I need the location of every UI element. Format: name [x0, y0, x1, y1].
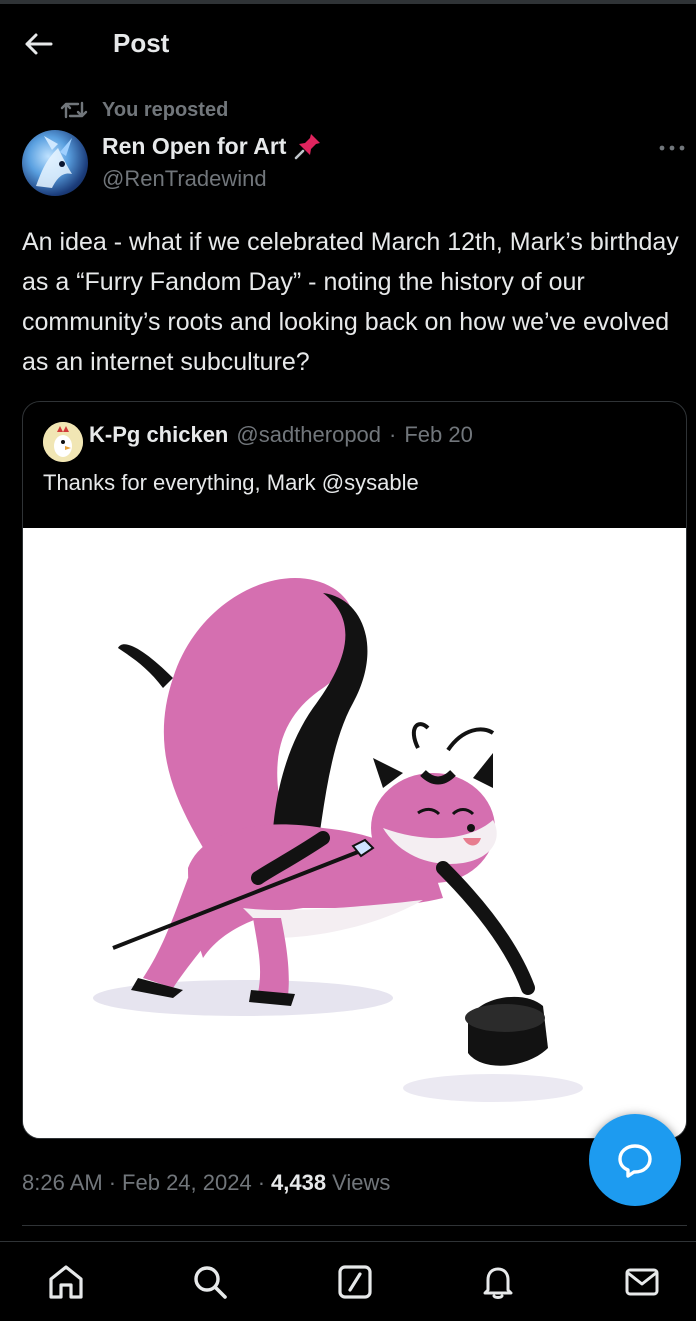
skunk-illustration [23, 528, 686, 1138]
author-handle[interactable]: @RenTradewind [102, 166, 267, 192]
chat-bubble-icon [618, 1144, 652, 1178]
post-text: An idea - what if we celebrated March 12… [22, 228, 679, 376]
messages-envelope-icon [625, 1268, 659, 1296]
meta-divider [22, 1225, 687, 1226]
header: Post [0, 14, 696, 74]
repost-icon [60, 101, 88, 119]
author-name-row[interactable]: Ren Open for Art [102, 132, 322, 160]
compose-icon [338, 1265, 372, 1299]
quoted-display-name[interactable]: K-Pg chicken [89, 422, 228, 448]
home-icon [49, 1265, 83, 1299]
nav-search[interactable] [190, 1262, 230, 1302]
quoted-image[interactable] [23, 528, 686, 1138]
quoted-post[interactable]: K-Pg chicken @sadtheropod · Feb 20 Thank… [22, 401, 687, 1139]
views-label[interactable]: Views [332, 1170, 390, 1196]
quoted-handle[interactable]: @sadtheropod [236, 422, 381, 448]
views-count[interactable]: 4,438 [271, 1170, 326, 1196]
post-meta: 8:26 AM · Feb 24, 2024 · 4,438 Views [22, 1168, 390, 1198]
search-icon [194, 1266, 227, 1299]
back-arrow-icon [25, 33, 53, 55]
quoted-post-header: K-Pg chicken @sadtheropod · Feb 20 [89, 422, 473, 454]
top-divider [0, 0, 696, 4]
quoted-text: Thanks for everything, Mark @sysable [43, 470, 419, 495]
quoted-avatar-image [43, 422, 83, 462]
nav-messages[interactable] [622, 1262, 662, 1302]
post-time[interactable]: 8:26 AM [22, 1170, 103, 1196]
nav-notifications[interactable] [478, 1262, 518, 1302]
meta-separator: · [108, 1170, 117, 1195]
quoted-separator: · [389, 422, 397, 447]
pushpin-icon [295, 134, 321, 160]
repost-context: You reposted [60, 96, 228, 124]
back-button[interactable] [18, 26, 58, 62]
page-title: Post [113, 28, 170, 58]
reply-fab-button[interactable] [589, 1114, 681, 1206]
repost-label: You reposted [102, 98, 229, 121]
quoted-author-avatar[interactable] [43, 422, 83, 462]
avatar-image [36, 136, 72, 188]
post-date[interactable]: Feb 24, 2024 [122, 1170, 252, 1196]
nav-home[interactable] [46, 1262, 86, 1302]
author-display-name[interactable]: Ren Open for Art [102, 133, 286, 160]
notifications-bell-icon [483, 1267, 513, 1299]
more-horizontal-icon [659, 145, 685, 151]
author-avatar[interactable] [22, 130, 88, 196]
nav-compose[interactable] [335, 1262, 375, 1302]
quoted-date[interactable]: Feb 20 [404, 422, 473, 448]
more-options-button[interactable] [654, 134, 690, 162]
bottom-navigation [0, 1241, 696, 1321]
meta-separator: · [257, 1170, 266, 1195]
